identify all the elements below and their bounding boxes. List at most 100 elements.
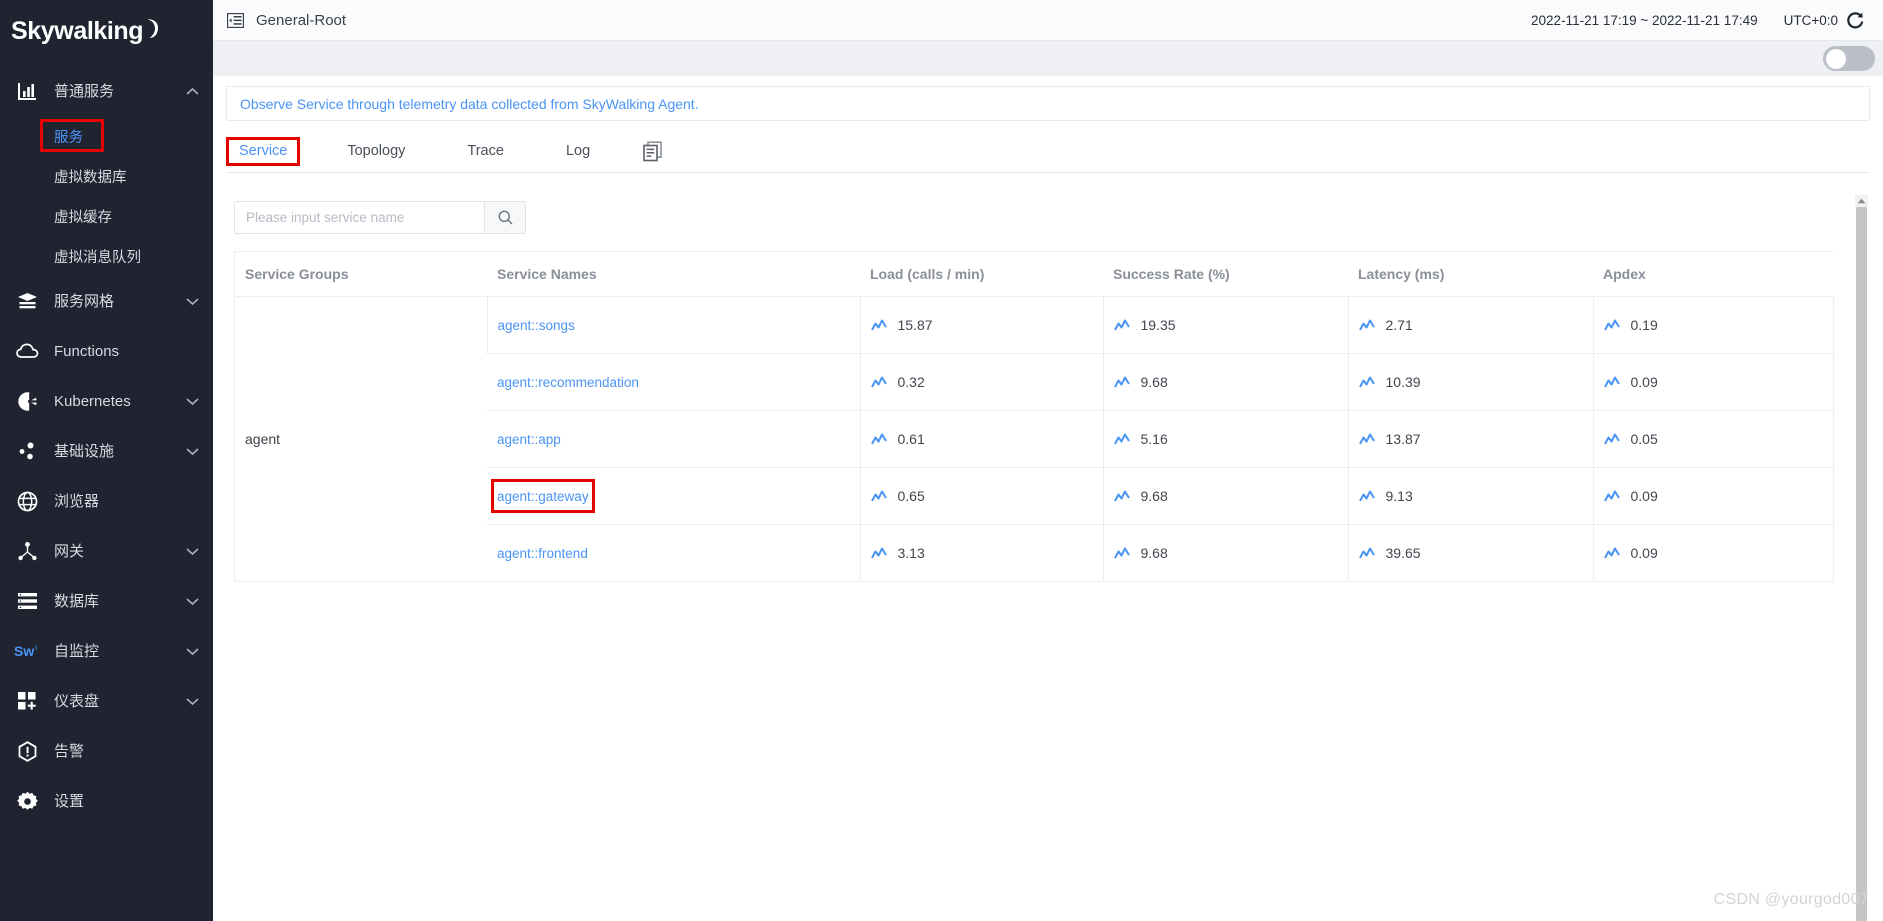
sparkline-icon[interactable] [1113, 376, 1130, 389]
topbar: General-Root 2022-11-21 17:19 ~ 2022-11-… [213, 0, 1883, 41]
sidebar-item-virtual-mq[interactable]: 虚拟消息队列 [0, 236, 213, 276]
tab-log[interactable]: Log [566, 144, 590, 159]
sidebar-item-label: 仪表盘 [54, 692, 100, 710]
sparkline-icon[interactable] [870, 376, 887, 389]
chevron-down-icon [179, 547, 205, 556]
service-link[interactable]: agent::songs [498, 318, 575, 333]
sparkline-icon[interactable] [1113, 433, 1130, 446]
sidebar-item-settings[interactable]: 设置 [0, 776, 213, 826]
refresh-icon[interactable] [1846, 11, 1865, 30]
sparkline-icon[interactable] [1358, 319, 1375, 332]
service-link[interactable]: agent::recommendation [497, 375, 639, 390]
chevron-down-icon [179, 297, 205, 306]
metric-value: 0.09 [1630, 545, 1658, 561]
sparkline-icon[interactable] [1603, 433, 1620, 446]
group-label: agent [245, 431, 281, 447]
sidebar-item-virtual-database[interactable]: 虚拟数据库 [0, 156, 213, 196]
sidebar-item-self-observability[interactable]: Sw 自监控 [0, 626, 213, 676]
col-load[interactable]: Load (calls / min) [860, 252, 1103, 297]
sidebar-item-alarm[interactable]: 告警 [0, 726, 213, 776]
sparkline-icon[interactable] [870, 490, 887, 503]
scroll-up-arrow[interactable] [1855, 195, 1868, 207]
metric-value: 39.65 [1385, 545, 1421, 561]
info-banner: Observe Service through telemetry data c… [226, 86, 1870, 121]
sidebar-item-gateway[interactable]: 网关 [0, 526, 213, 576]
date-range-picker[interactable]: 2022-11-21 17:19 ~ 2022-11-21 17:49 [1531, 13, 1758, 28]
sparkline-icon[interactable] [1113, 319, 1130, 332]
sparkline-icon[interactable] [1113, 490, 1130, 503]
sidebar-item-dashboard[interactable]: 仪表盘 [0, 676, 213, 726]
col-service-names[interactable]: Service Names [487, 252, 860, 297]
metric-value: 0.61 [897, 431, 925, 447]
load-cell: 0.65 [859, 467, 1103, 525]
sparkline-icon[interactable] [1603, 547, 1620, 560]
toolbar-strip [213, 41, 1883, 76]
vertical-scrollbar[interactable] [1855, 195, 1868, 921]
main-area: General-Root 2022-11-21 17:19 ~ 2022-11-… [213, 0, 1883, 921]
tab-label: Trace [467, 143, 504, 160]
skywalking-sw-icon: Sw [14, 639, 40, 663]
sidebar-item-kubernetes[interactable]: Kubernetes [0, 376, 213, 426]
sidebar-nav: 普通服务 服务 虚拟数据库 虚拟缓存 虚拟消息队列 服务网格 Functions… [0, 62, 213, 826]
sparkline-icon[interactable] [1603, 490, 1620, 503]
search-input[interactable] [234, 201, 484, 234]
sidebar-item-label: 浏览器 [54, 492, 100, 510]
sparkline-icon[interactable] [1603, 376, 1620, 389]
sparkline-icon[interactable] [1358, 376, 1375, 389]
timezone-label: UTC+0:0 [1783, 12, 1838, 28]
sidebar-item-functions[interactable]: Functions [0, 326, 213, 376]
metric-value: 0.09 [1630, 374, 1658, 390]
sidebar-item-browser[interactable]: 浏览器 [0, 476, 213, 526]
apdex-cell: 0.19 [1592, 296, 1835, 354]
latency-cell: 39.65 [1347, 524, 1593, 582]
sidebar-item-services[interactable]: 服务 [0, 116, 213, 156]
tab-label: Topology [347, 143, 406, 160]
page-title: General-Root [256, 11, 347, 29]
service-link[interactable]: agent::gateway [497, 489, 589, 504]
metric-value: 0.05 [1630, 431, 1658, 447]
col-success-rate[interactable]: Success Rate (%) [1103, 252, 1348, 297]
load-cell: 15.87 [859, 296, 1103, 354]
col-latency[interactable]: Latency (ms) [1348, 252, 1593, 297]
sidebar-item-database[interactable]: 数据库 [0, 576, 213, 626]
scrollbar-thumb[interactable] [1856, 207, 1867, 921]
sidebar-item-general-service[interactable]: 普通服务 [0, 66, 213, 116]
sidebar-item-service-mesh[interactable]: 服务网格 [0, 276, 213, 326]
sparkline-icon[interactable] [870, 319, 887, 332]
sparkline-icon[interactable] [1358, 490, 1375, 503]
col-service-groups[interactable]: Service Groups [235, 252, 487, 297]
database-list-icon [14, 589, 40, 613]
sparkline-icon[interactable] [1358, 547, 1375, 560]
sidebar-item-infrastructure[interactable]: 基础设施 [0, 426, 213, 476]
load-cell: 0.32 [859, 353, 1103, 411]
service-link[interactable]: agent::frontend [497, 546, 588, 561]
search-button[interactable] [484, 201, 526, 234]
sparkline-icon[interactable] [870, 547, 887, 560]
sparkline-icon[interactable] [1113, 547, 1130, 560]
auto-refresh-toggle[interactable] [1823, 46, 1875, 71]
service-list-panel: Service Groups Service Names Load (calls… [226, 195, 1870, 921]
dashboard-add-icon [14, 689, 40, 713]
tab-service[interactable]: Service [226, 137, 301, 166]
sidebar-item-label: 告警 [54, 742, 85, 760]
metric-value: 9.68 [1140, 545, 1168, 561]
collapse-panel-icon[interactable] [227, 12, 244, 28]
sparkline-icon[interactable] [1358, 433, 1375, 446]
sidebar-item-virtual-cache[interactable]: 虚拟缓存 [0, 196, 213, 236]
tab-trace[interactable]: Trace [467, 144, 504, 159]
metric-value: 9.68 [1140, 488, 1168, 504]
service-name-cell: agent::frontend [487, 524, 860, 582]
service-link[interactable]: agent::app [497, 432, 561, 447]
sparkline-icon[interactable] [870, 433, 887, 446]
col-apdex[interactable]: Apdex [1593, 252, 1835, 297]
sidebar-item-label: 数据库 [54, 592, 100, 610]
latency-cell: 2.71 [1347, 296, 1593, 354]
brand-logo[interactable]: Skywalking [0, 0, 213, 62]
tab-topology[interactable]: Topology [347, 144, 405, 159]
brand-name: Skywalking [11, 16, 144, 45]
apdex-cell: 0.05 [1592, 410, 1835, 468]
sidebar-subitem-label: 虚拟数据库 [54, 169, 127, 186]
success-rate-cell: 9.68 [1102, 353, 1348, 411]
copy-icon[interactable] [642, 141, 663, 162]
sparkline-icon[interactable] [1603, 319, 1620, 332]
